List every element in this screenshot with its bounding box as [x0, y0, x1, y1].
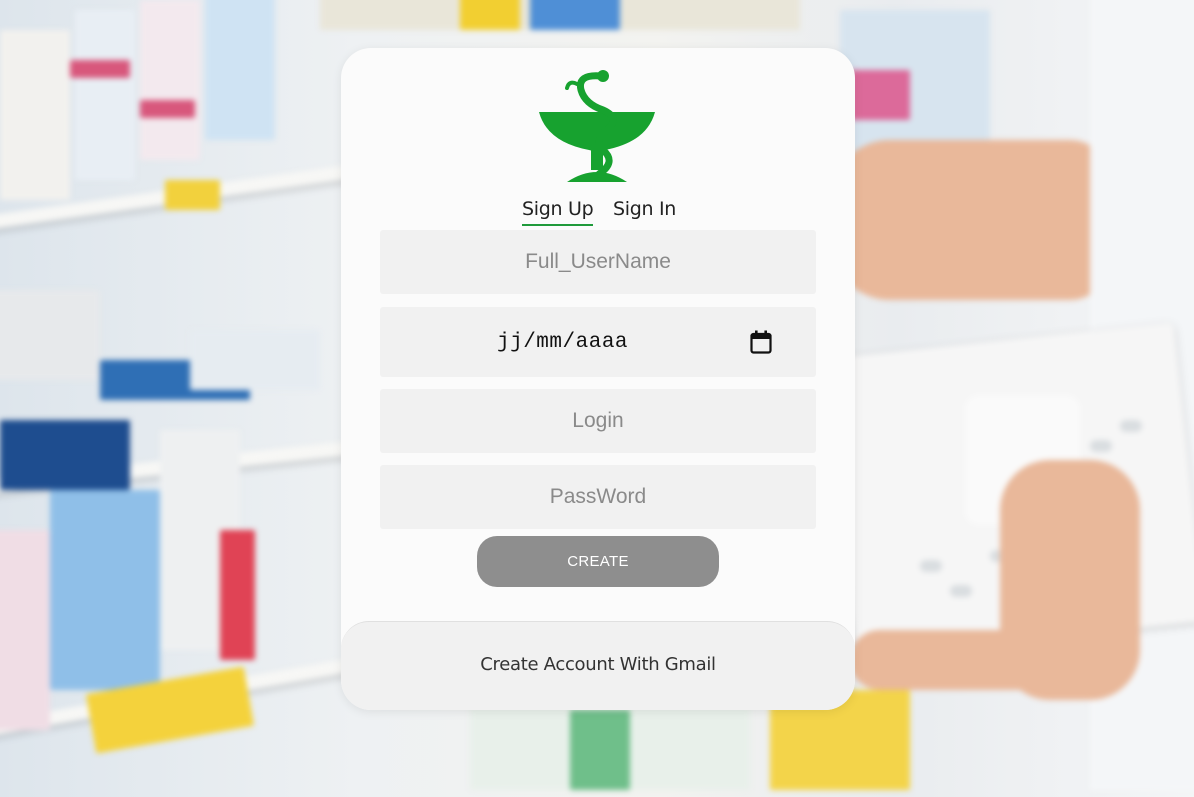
- password-input[interactable]: PassWord: [380, 465, 816, 529]
- create-button[interactable]: CREATE: [477, 536, 719, 587]
- date-format-text: jj/mm/aaaa: [497, 330, 629, 354]
- auth-tabs: Sign Up Sign In: [341, 198, 855, 228]
- full-username-placeholder: Full_UserName: [525, 250, 671, 273]
- password-placeholder: PassWord: [549, 485, 647, 508]
- login-placeholder: Login: [572, 409, 624, 432]
- login-input[interactable]: Login: [380, 389, 816, 453]
- signup-card: Sign Up Sign In Full_UserName jj/mm/aaaa…: [341, 48, 855, 710]
- calendar-icon[interactable]: [750, 330, 772, 354]
- create-with-gmail-button[interactable]: Create Account With Gmail: [341, 621, 855, 710]
- birthdate-input[interactable]: jj/mm/aaaa: [380, 307, 816, 377]
- create-with-gmail-label: Create Account With Gmail: [480, 654, 716, 675]
- tab-sign-up[interactable]: Sign Up: [522, 198, 594, 226]
- tab-sign-in[interactable]: Sign In: [613, 198, 676, 220]
- pharmacy-bowl-of-hygieia-icon: [539, 70, 655, 182]
- full-username-input[interactable]: Full_UserName: [380, 230, 816, 294]
